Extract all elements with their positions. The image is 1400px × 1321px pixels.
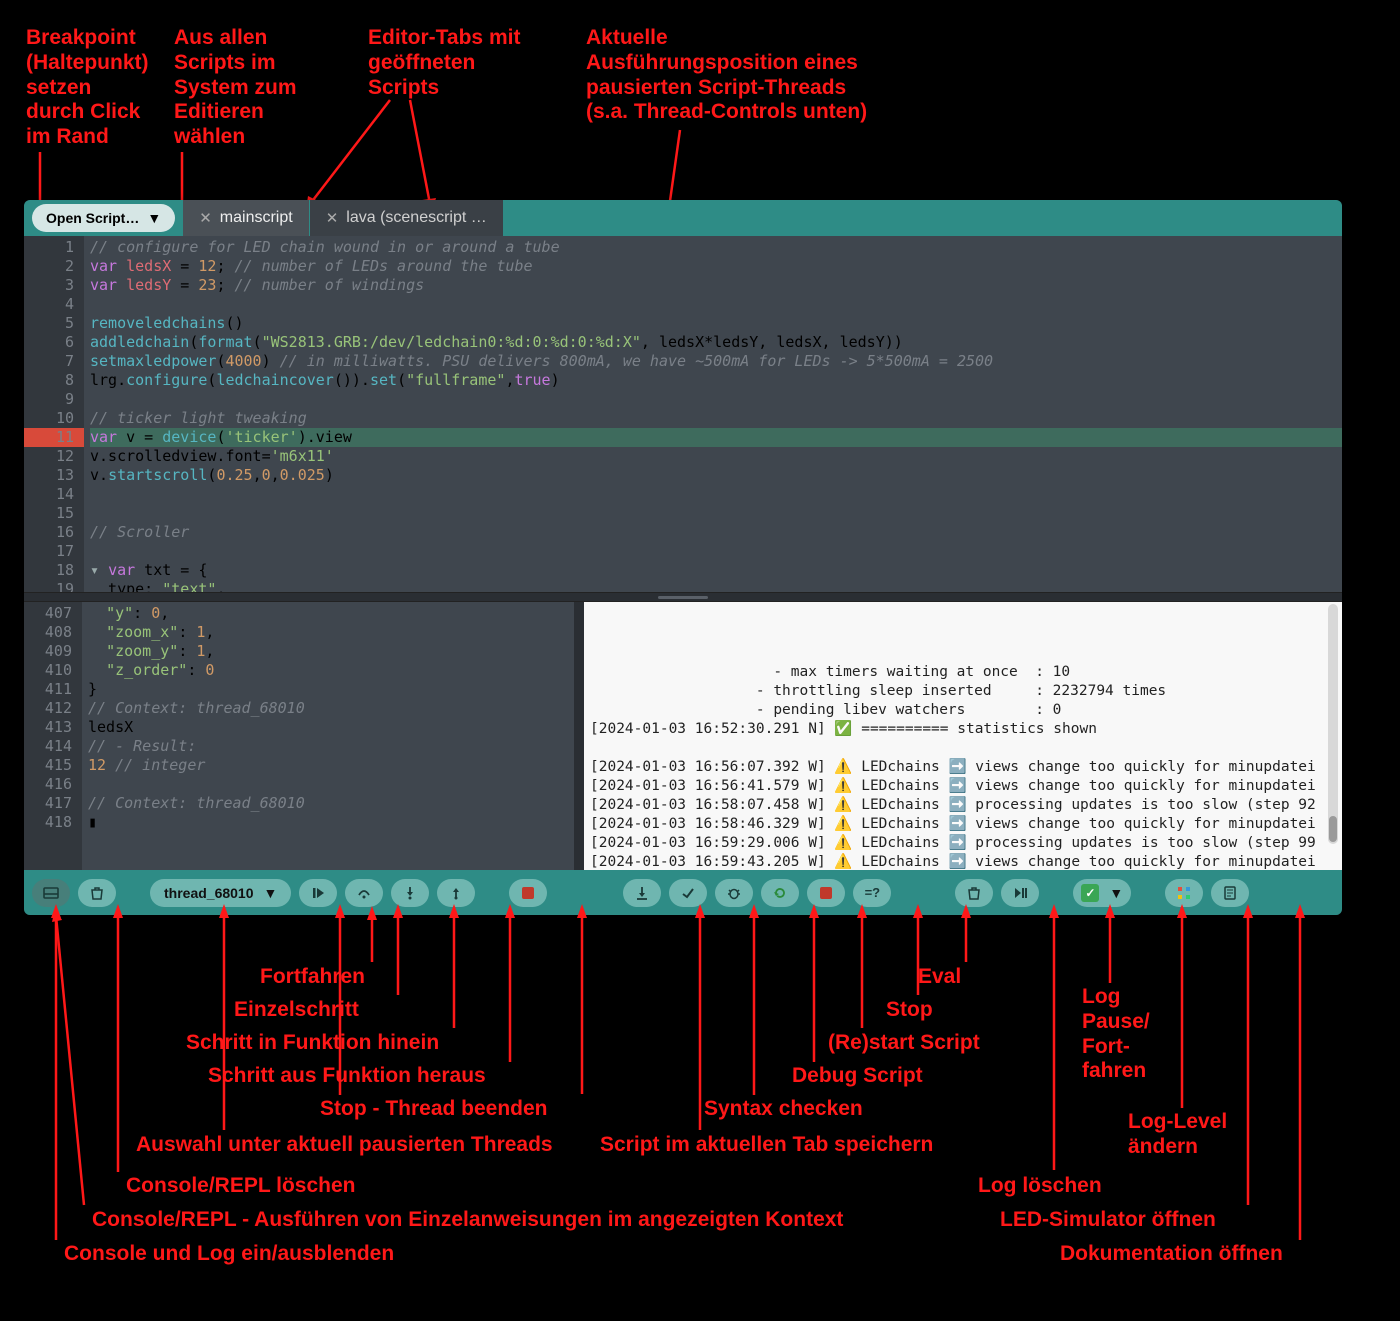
thread-selector[interactable]: thread_68010 ▼ xyxy=(150,879,291,907)
led-simulator-button[interactable] xyxy=(1165,879,1203,907)
clear-repl-button[interactable] xyxy=(78,879,116,907)
log-scrollbar[interactable] xyxy=(1328,604,1338,844)
annot-step-in: Schritt in Funktion hinein xyxy=(186,1031,439,1056)
annot-led-sim: LED-Simulator öffnen xyxy=(1000,1208,1216,1233)
annot-clear-repl: Console/REPL löschen xyxy=(126,1174,356,1199)
toolbar: thread_68010 ▼ =? xyxy=(24,870,1342,915)
annot-eval: Eval xyxy=(918,965,961,990)
repl-code[interactable]: "y": 0, "zoom_x": 1, "zoom_y": 1, "z_ord… xyxy=(82,602,574,870)
annot-stop: Stop xyxy=(886,998,933,1023)
vertical-splitter[interactable] xyxy=(574,602,584,870)
save-script-button[interactable] xyxy=(623,879,661,907)
annot-continue: Fortfahren xyxy=(260,965,365,990)
code-editor[interactable]: 12345678910111213141516171819 // configu… xyxy=(24,236,1342,592)
close-icon[interactable]: ✕ xyxy=(199,209,212,227)
clear-log-button[interactable] xyxy=(955,879,993,907)
stop-script-button[interactable] xyxy=(807,879,845,907)
tab-mainscript[interactable]: ✕ mainscript xyxy=(183,200,309,236)
ide-window: Open Script… ▼ ✕ mainscript ✕ lava (scen… xyxy=(24,200,1342,915)
annot-docs: Dokumentation öffnen xyxy=(1060,1242,1283,1267)
open-script-label: Open Script… xyxy=(46,210,139,226)
syntax-check-button[interactable] xyxy=(669,879,707,907)
annot-exec-pos: Aktuelle Ausführungsposition eines pausi… xyxy=(586,26,867,125)
annot-restart: (Re)start Script xyxy=(828,1031,980,1056)
tab-bar: Open Script… ▼ ✕ mainscript ✕ lava (scen… xyxy=(24,200,1342,236)
annot-log-pause: Log Pause/ Fort- fahren xyxy=(1082,985,1150,1084)
debug-script-button[interactable] xyxy=(715,879,753,907)
annot-toggle-console: Console und Log ein/ausblenden xyxy=(64,1242,394,1267)
continue-button[interactable] xyxy=(299,879,337,907)
chevron-down-icon: ▼ xyxy=(264,885,278,901)
documentation-button[interactable] xyxy=(1211,879,1249,907)
annot-thread-sel: Auswahl unter aktuell pausierten Threads xyxy=(136,1133,553,1158)
close-icon[interactable]: ✕ xyxy=(326,209,339,227)
annot-breakpoint: Breakpoint (Haltepunkt) setzen durch Cli… xyxy=(26,26,149,150)
annot-debug: Debug Script xyxy=(792,1064,923,1089)
log-pane[interactable]: - max timers waiting at once : 10 - thro… xyxy=(584,602,1342,870)
log-pause-button[interactable] xyxy=(1001,879,1039,907)
editor-code[interactable]: // configure for LED chain wound in or a… xyxy=(84,236,1342,592)
annot-step-out: Schritt aus Funktion heraus xyxy=(208,1064,486,1089)
eval-button[interactable]: =? xyxy=(853,879,891,907)
open-script-dropdown[interactable]: Open Script… ▼ xyxy=(32,204,175,232)
annot-repl: Console/REPL - Ausführen von Einzelanwei… xyxy=(92,1208,843,1233)
stop-icon xyxy=(820,887,832,899)
annot-open-script: Aus allen Scripts im System zum Editiere… xyxy=(174,26,297,150)
tab-label: mainscript xyxy=(220,209,293,227)
log-level-selector[interactable]: ✓ ▼ xyxy=(1073,879,1131,907)
toggle-console-button[interactable] xyxy=(32,879,70,907)
annot-tabs: Editor-Tabs mit geöffneten Scripts xyxy=(368,26,520,100)
restart-script-button[interactable] xyxy=(761,879,799,907)
stop-icon xyxy=(522,887,534,899)
step-over-button[interactable] xyxy=(345,879,383,907)
horizontal-splitter[interactable] xyxy=(24,592,1342,602)
repl-gutter: 407408409410411412413414415416417418 xyxy=(24,602,82,870)
annot-log-level: Log-Level ändern xyxy=(1128,1110,1227,1160)
tab-lava[interactable]: ✕ lava (scenescript … xyxy=(310,200,504,236)
annot-step: Einzelschritt xyxy=(234,998,359,1023)
annot-stop-thread: Stop - Thread beenden xyxy=(320,1097,548,1122)
annot-clear-log: Log löschen xyxy=(978,1174,1102,1199)
annot-syntax: Syntax checken xyxy=(704,1097,863,1122)
stop-thread-button[interactable] xyxy=(509,879,547,907)
step-into-button[interactable] xyxy=(391,879,429,907)
tab-label: lava (scenescript … xyxy=(346,209,487,227)
step-out-button[interactable] xyxy=(437,879,475,907)
chevron-down-icon: ▼ xyxy=(147,210,161,226)
annot-save: Script im aktuellen Tab speichern xyxy=(600,1133,933,1158)
chevron-down-icon: ▼ xyxy=(1109,885,1123,901)
thread-label: thread_68010 xyxy=(164,885,254,901)
check-icon: ✓ xyxy=(1081,884,1099,902)
editor-gutter[interactable]: 12345678910111213141516171819 xyxy=(24,236,84,592)
repl-pane[interactable]: 407408409410411412413414415416417418 "y"… xyxy=(24,602,574,870)
